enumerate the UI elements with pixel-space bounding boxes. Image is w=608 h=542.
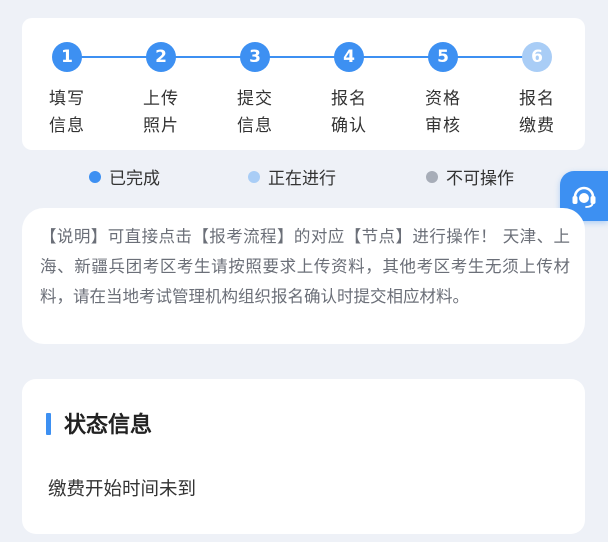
legend-unavailable-dot bbox=[426, 170, 438, 183]
step-3-label-line1: 提交 bbox=[237, 89, 273, 109]
step-4-number: 4 bbox=[334, 42, 364, 72]
step-2-label-line2: 照片 bbox=[143, 116, 179, 136]
step-2-label-line1: 上传 bbox=[143, 89, 179, 109]
step-1[interactable]: 1 填写 信息 bbox=[37, 42, 97, 140]
section-title-accent-bar bbox=[46, 413, 51, 435]
step-6-label-line1: 报名 bbox=[519, 89, 555, 109]
step-4[interactable]: 4 报名 确认 bbox=[319, 42, 379, 140]
instruction-note-card: 【说明】可直接点击【报考流程】的对应【节点】进行操作！ 天津、上海、新疆兵团考区… bbox=[22, 208, 585, 344]
step-1-label-line1: 填写 bbox=[49, 89, 85, 109]
step-6[interactable]: 6 报名 缴费 bbox=[507, 42, 567, 140]
step-3-number: 3 bbox=[240, 42, 270, 72]
legend-completed-label: 已完成 bbox=[109, 169, 160, 189]
legend-in-progress-label: 正在进行 bbox=[268, 169, 336, 189]
process-steps-card: 1 填写 信息 2 上传 照片 3 提交 信息 4 报名 确认 5 资格 审核 bbox=[22, 18, 585, 150]
legend-completed: 已完成 bbox=[89, 164, 160, 189]
step-5-label-line1: 资格 bbox=[425, 89, 461, 109]
instruction-note-text: 【说明】可直接点击【报考流程】的对应【节点】进行操作！ 天津、上海、新疆兵团考区… bbox=[40, 227, 570, 306]
status-message: 缴费开始时间未到 bbox=[48, 479, 197, 500]
step-1-number: 1 bbox=[52, 42, 82, 72]
legend-unavailable: 不可操作 bbox=[426, 164, 514, 189]
status-section-title: 状态信息 bbox=[64, 413, 153, 438]
legend-completed-dot bbox=[89, 170, 101, 183]
step-5-label-line2: 审核 bbox=[425, 116, 461, 136]
status-legend: 已完成 正在进行 不可操作 bbox=[0, 160, 608, 190]
step-5-number: 5 bbox=[428, 42, 458, 72]
step-4-label-line2: 确认 bbox=[331, 116, 367, 136]
legend-in-progress: 正在进行 bbox=[248, 164, 336, 189]
step-2-number: 2 bbox=[146, 42, 176, 72]
step-3[interactable]: 3 提交 信息 bbox=[225, 42, 285, 140]
step-5[interactable]: 5 资格 审核 bbox=[413, 42, 473, 140]
step-6-number: 6 bbox=[522, 42, 552, 72]
step-6-label-line2: 缴费 bbox=[519, 116, 555, 136]
legend-unavailable-label: 不可操作 bbox=[446, 169, 514, 189]
status-info-card: 状态信息 缴费开始时间未到 bbox=[22, 379, 585, 534]
step-2[interactable]: 2 上传 照片 bbox=[131, 42, 191, 140]
step-1-label-line2: 信息 bbox=[49, 116, 85, 136]
step-4-label-line1: 报名 bbox=[331, 89, 367, 109]
legend-in-progress-dot bbox=[248, 170, 260, 183]
headset-icon bbox=[572, 186, 596, 208]
step-3-label-line2: 信息 bbox=[237, 116, 273, 136]
